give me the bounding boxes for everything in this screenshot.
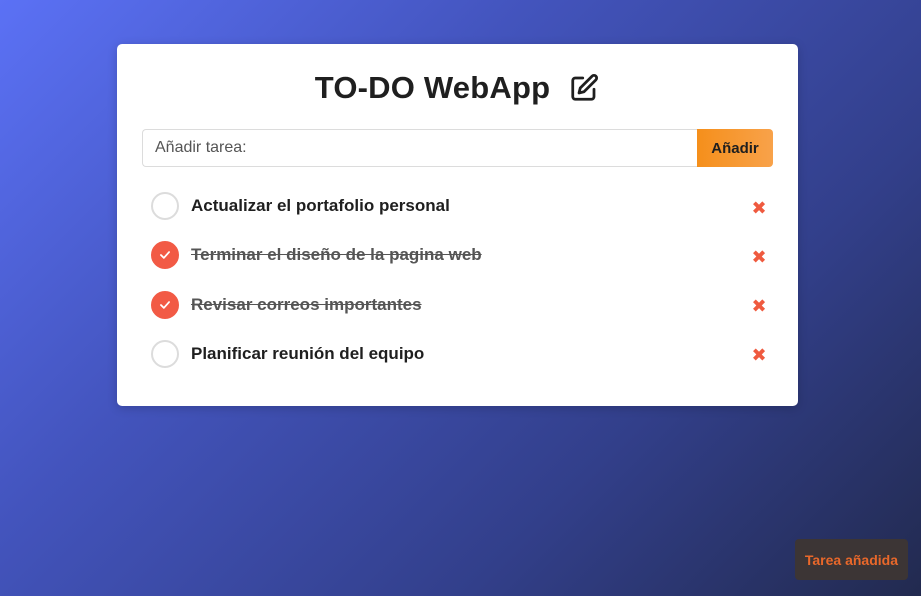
check-icon — [160, 251, 170, 260]
page-title: TO-DO WebApp — [314, 70, 551, 105]
task-checkbox[interactable] — [151, 290, 179, 319]
task-text: Terminar el diseño de la pagina web — [191, 245, 482, 265]
todo-card: TO-DO WebApp Añadir Actualizar el portaf… — [117, 44, 798, 406]
delete-task-button[interactable]: ✖ — [747, 295, 771, 319]
task-item: Terminar el diseño de la pagina web ✖ — [151, 241, 771, 290]
title-row: TO-DO WebApp — [117, 70, 798, 106]
task-item: Revisar correos importantes ✖ — [151, 290, 771, 340]
check-icon — [160, 300, 170, 309]
edit-icon — [568, 72, 600, 104]
task-text: Planificar reunión del equipo — [191, 343, 425, 363]
toast-notification: Tarea añadida — [794, 539, 908, 580]
add-task-form: Añadir — [142, 129, 773, 167]
task-input[interactable] — [142, 129, 697, 167]
task-checkbox[interactable] — [151, 339, 179, 368]
delete-task-button[interactable]: ✖ — [747, 245, 771, 269]
task-item: Actualizar el portafolio personal ✖ — [151, 192, 771, 241]
task-list: Actualizar el portafolio personal ✖ Term… — [151, 192, 771, 389]
task-text: Revisar correos importantes — [191, 294, 422, 314]
task-text: Actualizar el portafolio personal — [191, 196, 450, 215]
delete-task-button[interactable]: ✖ — [747, 344, 771, 368]
add-task-button[interactable]: Añadir — [697, 129, 773, 167]
task-checkbox[interactable] — [151, 241, 179, 270]
task-item: Planificar reunión del equipo ✖ — [151, 339, 771, 389]
task-checkbox[interactable] — [151, 192, 179, 220]
delete-task-button[interactable]: ✖ — [747, 196, 771, 220]
